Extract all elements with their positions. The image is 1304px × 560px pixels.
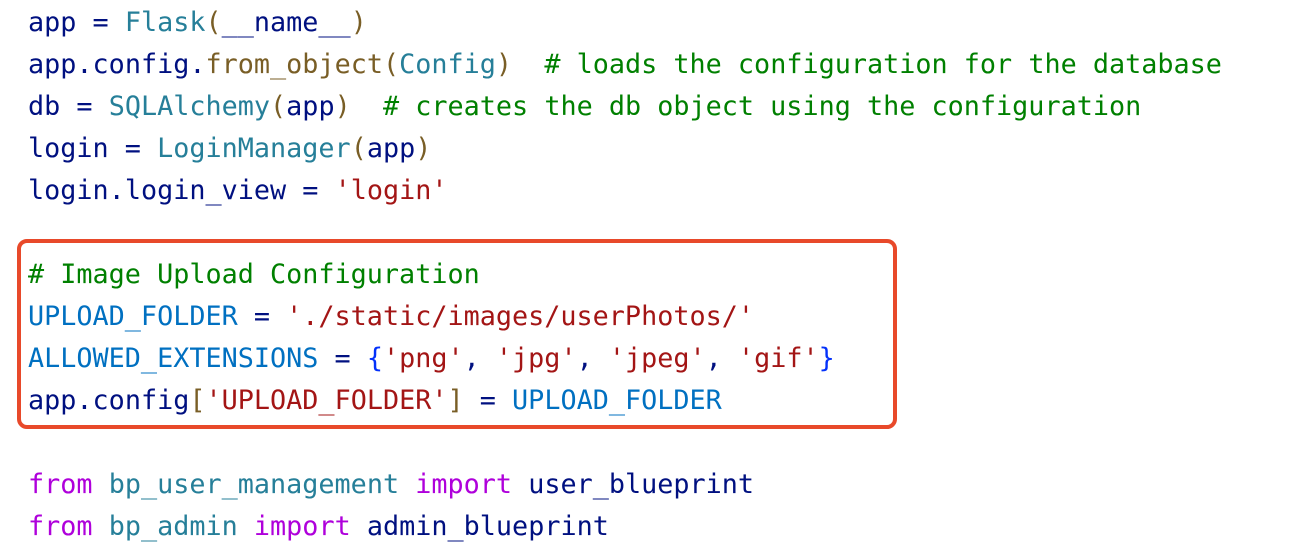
token-paren: ) [334,91,351,122]
token-punct: . [108,175,125,206]
token-comment: # creates the db object using the config… [350,91,1142,122]
token-attribute: config [92,49,190,80]
code-line: login.login_view = 'login' [28,170,1222,212]
token-paren: ) [350,7,367,38]
code-line: login = LoginManager(app) [28,128,1222,170]
code-editor[interactable]: app = Flask(__name__) app.config.from_obj… [0,0,1304,560]
token-function: from_object [205,49,383,80]
token-keyword: from [28,469,93,500]
code-line: db = SQLAlchemy(app) # creates the db ob… [28,86,1222,128]
token-keyword: import [415,469,513,500]
token-module: bp_admin [108,511,238,542]
token-operator: = [76,7,125,38]
token-module: bp_user_management [108,469,400,500]
token-variable: app [366,133,416,164]
token-class: LoginManager [157,133,351,164]
token-punct: . [189,49,206,80]
token-variable: db [28,91,61,122]
code-line: app = Flask(__name__) [28,2,1222,44]
code-line: from bp_user_management import user_blue… [28,464,1222,506]
token-paren: ( [205,7,222,38]
token-punct: . [76,49,93,80]
token-variable: user_blueprint [528,469,755,500]
token-variable: __name__ [221,7,351,38]
token-string: 'login' [334,175,448,206]
token-class: Config [399,49,496,80]
token-attribute: login_view [124,175,287,206]
code-line: app.config.from_object(Config) # loads t… [28,44,1222,86]
token-class: Flask [124,7,206,38]
token-paren: ( [382,49,400,80]
token-paren: ) [495,49,513,80]
token-variable: login [28,133,109,164]
token-operator: = [286,175,335,206]
code-line: from bp_admin import admin_blueprint [28,506,1222,548]
token-paren: ) [415,133,432,164]
highlight-box [17,239,897,429]
token-class: SQLAlchemy [108,91,271,122]
token-variable: login [28,175,109,206]
token-variable: app [286,91,335,122]
token-variable: app [28,49,77,80]
token-operator: = [108,133,158,164]
token-variable: admin_blueprint [366,511,609,542]
token-operator: = [60,91,109,122]
token-comment: # loads the configuration for the databa… [512,49,1222,80]
token-paren: ( [270,91,287,122]
token-keyword: from [28,511,93,542]
token-keyword: import [253,511,351,542]
token-paren: ( [350,133,367,164]
token-variable: app [28,7,77,38]
